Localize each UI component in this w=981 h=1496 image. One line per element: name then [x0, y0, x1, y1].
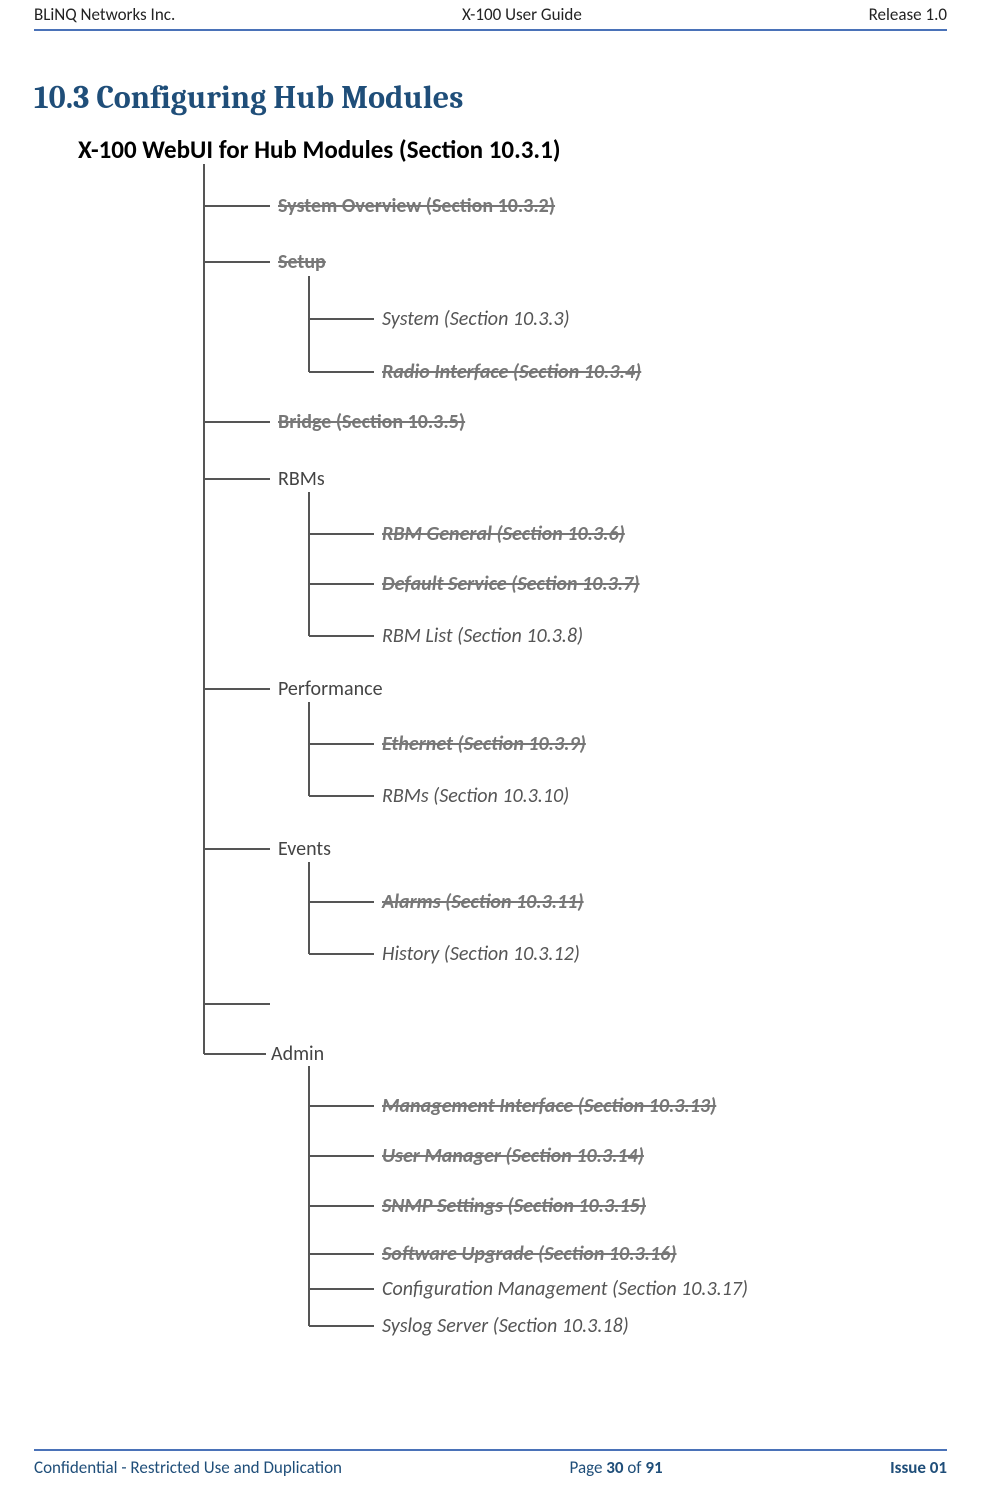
tree-node-snmp-settings: SNMP Settings (Section 10.3.15) [382, 1194, 646, 1218]
page-footer: Confidential - Restricted Use and Duplic… [34, 1449, 947, 1478]
tree-node-admin: Admin [271, 1042, 324, 1066]
footer-page-prefix: Page [570, 1457, 607, 1478]
page: BLiNQ Networks Inc. X-100 User Guide Rel… [0, 0, 981, 1496]
tree-node-mgmt-interface: Management Interface (Section 10.3.13) [382, 1094, 716, 1118]
footer-page-number: 30 [606, 1457, 623, 1478]
tree-node-default-service: Default Service (Section 10.3.7) [382, 572, 640, 596]
tree-node-performance: Performance [278, 677, 383, 701]
footer-left: Confidential - Restricted Use and Duplic… [34, 1457, 342, 1478]
footer-center: Page 30 of 91 [570, 1457, 663, 1478]
tree-root: X-100 WebUI for Hub Modules (Section 10.… [78, 134, 561, 165]
tree-node-system: System (Section 10.3.3) [382, 307, 570, 331]
tree-node-rbm-list: RBM List (Section 10.3.8) [382, 624, 583, 648]
tree-node-alarms: Alarms (Section 10.3.11) [382, 890, 584, 914]
header-left: BLiNQ Networks Inc. [34, 4, 175, 25]
tree-node-syslog-server: Syslog Server (Section 10.3.18) [382, 1314, 629, 1338]
tree-node-radio-interface: Radio Interface (Section 10.3.4) [382, 360, 641, 384]
section-heading: 10.3 Configuring Hub Modules [34, 79, 947, 116]
tree-node-rbms-perf: RBMs (Section 10.3.10) [382, 784, 569, 808]
footer-right: Issue 01 [890, 1457, 947, 1478]
header-center: X-100 User Guide [462, 4, 582, 25]
tree-node-rbm-general: RBM General (Section 10.3.6) [382, 522, 625, 546]
tree-node-events: Events [278, 837, 331, 861]
footer-page-total: 91 [645, 1457, 662, 1478]
tree-node-rbms: RBMs [278, 467, 325, 491]
tree-node-history: History (Section 10.3.12) [382, 942, 580, 966]
tree-node-config-management: Configuration Management (Section 10.3.1… [382, 1277, 748, 1301]
tree-node-software-upgrade: Software Upgrade (Section 10.3.16) [382, 1242, 677, 1266]
header-right: Release 1.0 [869, 4, 947, 25]
tree-node-setup: Setup [278, 250, 326, 274]
tree-diagram: X-100 WebUI for Hub Modules (Section 10.… [34, 134, 934, 1354]
tree-node-user-manager: User Manager (Section 10.3.14) [382, 1144, 644, 1168]
footer-page-mid: of [624, 1457, 646, 1478]
tree-node-bridge: Bridge (Section 10.3.5) [278, 410, 465, 434]
tree-node-ethernet: Ethernet (Section 10.3.9) [382, 732, 586, 756]
tree-node-system-overview: System Overview (Section 10.3.2) [278, 194, 555, 218]
page-header: BLiNQ Networks Inc. X-100 User Guide Rel… [34, 2, 947, 31]
